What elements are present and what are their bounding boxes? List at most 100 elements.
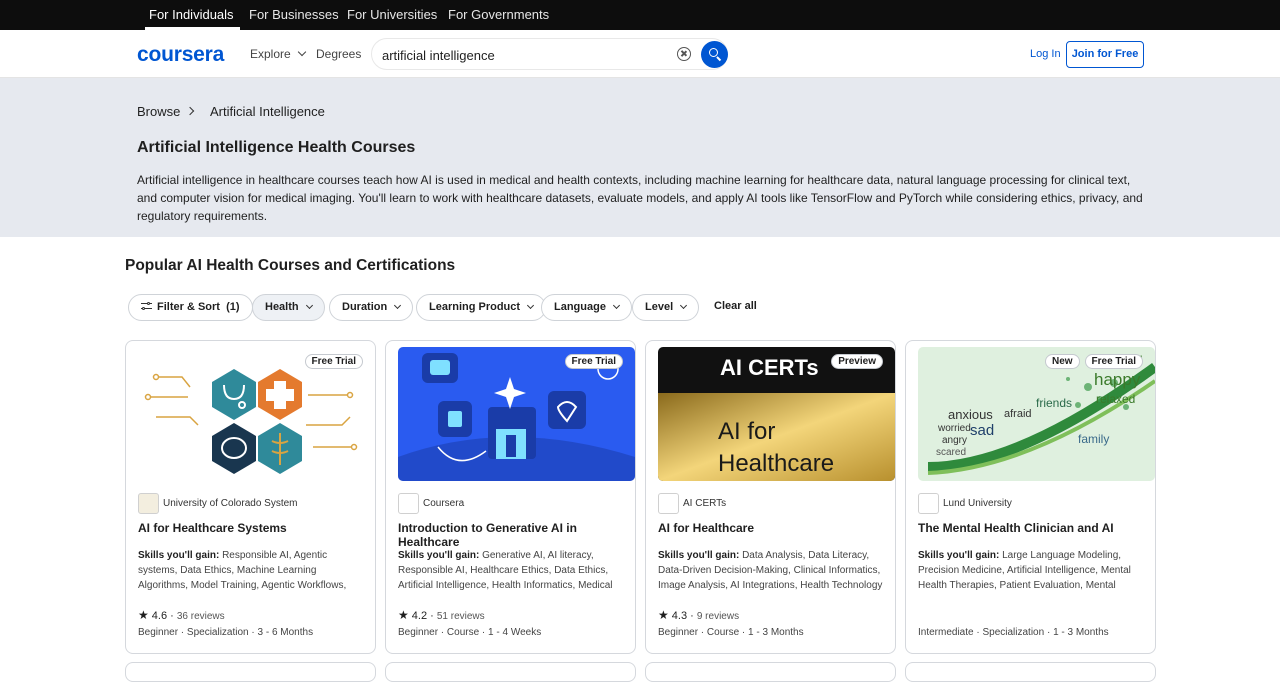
learning-product-filter[interactable]: Learning Product	[416, 294, 547, 321]
breadcrumb-browse[interactable]: Browse	[137, 104, 180, 119]
chevron-down-icon	[680, 301, 688, 310]
skills-label: Skills you'll gain:	[398, 550, 480, 561]
badges: Free Trial	[304, 354, 363, 369]
section-title: Popular AI Health Courses and Certificat…	[125, 257, 456, 274]
clear-all-button[interactable]: Clear all	[714, 300, 757, 312]
course-card[interactable]: Free Trial Coursera Introduction to Gene…	[385, 340, 636, 654]
tab-for-governments[interactable]: For Governments	[448, 0, 549, 30]
free-trial-badge: Free Trial	[1084, 354, 1143, 369]
star-icon: ★	[658, 608, 669, 622]
coursera-logo[interactable]: coursera	[137, 43, 224, 67]
audience-bar: For Individuals For Businesses For Unive…	[0, 0, 1280, 30]
health-filter[interactable]: Health	[252, 294, 325, 321]
partner-name: Coursera	[423, 498, 465, 509]
site-header: coursera Explore Degrees Log In Join for…	[0, 30, 1280, 78]
skills: Skills you'll gain: Responsible AI, Agen…	[138, 548, 364, 593]
review-count: 51 reviews	[436, 611, 485, 622]
chevron-right-icon	[185, 106, 195, 116]
explore-label: Explore	[250, 47, 291, 61]
search-input[interactable]	[382, 45, 672, 65]
word-family: family	[1078, 432, 1109, 446]
word-anxious: anxious	[948, 407, 993, 422]
clear-search-icon[interactable]	[677, 47, 691, 61]
tab-for-individuals[interactable]: For Individuals	[145, 0, 240, 30]
badges: Preview	[831, 354, 883, 369]
star-icon: ★	[138, 608, 149, 622]
ai-certs-brand-text: AI CERTs	[720, 355, 819, 380]
filter-sort-label: Filter & Sort	[157, 301, 220, 313]
partner-name: Lund University	[943, 498, 1012, 509]
course-card[interactable]: Free Trial University of Colorado System…	[125, 340, 376, 654]
language-filter[interactable]: Language	[541, 294, 632, 321]
course-title[interactable]: Introduction to Generative AI in Healthc…	[398, 521, 635, 549]
course-title[interactable]: The Mental Health Clinician and AI	[918, 521, 1114, 535]
partner-logo	[398, 493, 419, 514]
course-title[interactable]: AI for Healthcare	[658, 521, 754, 535]
rating-value: 4.6	[151, 610, 168, 622]
duration-filter[interactable]: Duration	[329, 294, 414, 321]
language-filter-label: Language	[554, 301, 606, 313]
partner-logo	[658, 493, 679, 514]
search-icon	[709, 48, 718, 57]
learning-product-filter-label: Learning Product	[429, 301, 521, 313]
breadcrumb-artificial-intelligence[interactable]: Artificial Intelligence	[210, 104, 325, 119]
partner-name: AI CERTs	[683, 498, 727, 509]
level-filter[interactable]: Level	[632, 294, 700, 321]
course-card[interactable]	[125, 662, 376, 682]
chevron-down-icon	[297, 47, 306, 57]
rating: ★ 4.2 · 51 reviews	[398, 608, 485, 622]
word-relaxed: relaxed	[1096, 392, 1135, 406]
word-afraid: afraid	[1004, 408, 1032, 420]
course-card[interactable]: anxious worried sad afraid angry scared …	[905, 340, 1156, 654]
rating: ★ 4.3 · 9 reviews	[658, 608, 740, 622]
course-meta: Beginner · Course · 1 - 3 Months	[658, 627, 804, 638]
word-angry: angry	[942, 435, 967, 446]
degrees-link[interactable]: Degrees	[316, 47, 361, 61]
word-happy: happy	[1094, 370, 1141, 389]
rating: ★ 4.6 · 36 reviews	[138, 608, 225, 622]
search-button[interactable]	[701, 41, 728, 68]
free-trial-badge: Free Trial	[304, 354, 363, 369]
rating-value: 4.2	[411, 610, 428, 622]
tab-for-businesses[interactable]: For Businesses	[249, 0, 339, 30]
course-card[interactable]	[645, 662, 896, 682]
thumbnail-text-line-1: AI for	[718, 418, 775, 445]
course-meta: Beginner · Specialization · 3 - 6 Months	[138, 627, 314, 638]
join-for-free-button[interactable]: Join for Free	[1066, 41, 1144, 68]
search-bar	[371, 38, 728, 70]
tab-for-universities[interactable]: For Universities	[347, 0, 437, 30]
course-meta: Intermediate · Specialization · 1 - 3 Mo…	[918, 627, 1109, 638]
partner-logo	[918, 493, 939, 514]
word-scared: scared	[936, 447, 966, 458]
level-filter-label: Level	[645, 301, 674, 313]
explore-menu[interactable]: Explore	[250, 47, 306, 61]
skills: Skills you'll gain: Generative AI, AI li…	[398, 548, 624, 593]
chevron-down-icon	[612, 301, 620, 310]
badges: New Free Trial	[1044, 354, 1143, 369]
hero-banner: Browse Artificial Intelligence Artificia…	[0, 78, 1280, 237]
duration-filter-label: Duration	[342, 301, 388, 313]
word-friends: friends	[1036, 396, 1072, 410]
thumbnail-text-line-2: Healthcare	[718, 450, 834, 477]
log-in-link[interactable]: Log In	[1030, 48, 1061, 60]
star-icon: ★	[398, 608, 409, 622]
skills: Skills you'll gain: Large Language Model…	[918, 548, 1144, 593]
rating-value: 4.3	[671, 610, 688, 622]
course-card[interactable]	[385, 662, 636, 682]
new-badge: New	[1044, 354, 1080, 369]
page-description: Artificial intelligence in healthcare co…	[137, 173, 1143, 223]
partner-name: University of Colorado System	[163, 498, 298, 509]
badges: Free Trial	[564, 354, 623, 369]
course-title[interactable]: AI for Healthcare Systems	[138, 521, 287, 535]
course-card[interactable]	[905, 662, 1156, 682]
skills-label: Skills you'll gain:	[138, 550, 220, 561]
free-trial-badge: Free Trial	[564, 354, 623, 369]
review-count: 9 reviews	[696, 611, 740, 622]
health-filter-label: Health	[265, 301, 299, 313]
preview-badge: Preview	[831, 354, 883, 369]
skills-label: Skills you'll gain:	[918, 550, 1000, 561]
page-title: Artificial Intelligence Health Courses	[137, 139, 416, 156]
course-card[interactable]: AI CERTs AI for Healthcare Preview AI CE…	[645, 340, 896, 654]
filter-sort-button[interactable]: Filter & Sort (1)	[128, 294, 253, 321]
word-worried: worried	[937, 423, 971, 434]
